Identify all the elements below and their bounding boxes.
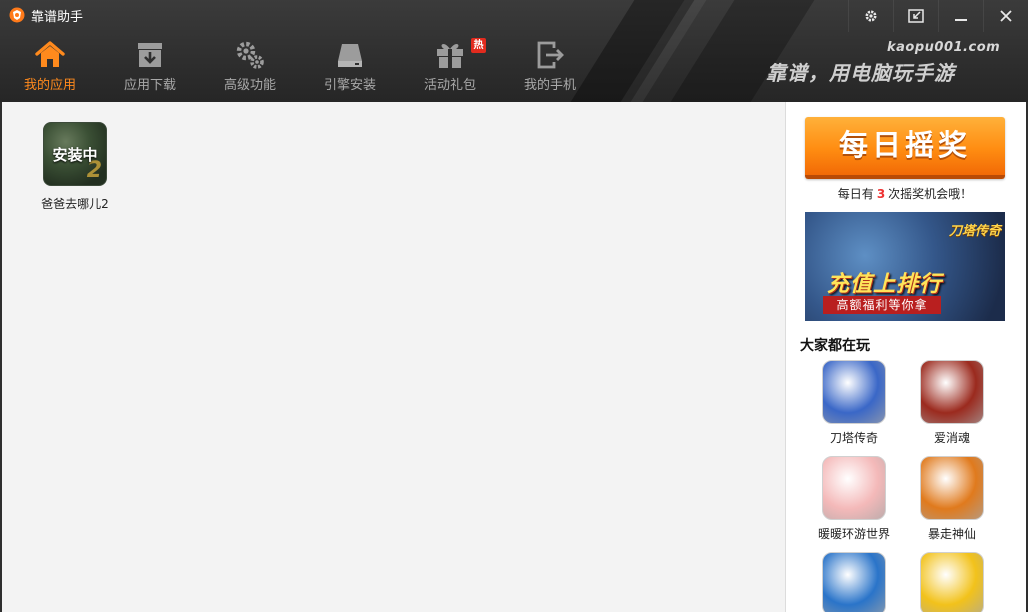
game-name: 暴走神仙 xyxy=(927,527,976,541)
game-icon xyxy=(920,456,984,520)
nav-item-app-download[interactable]: 应用下载 xyxy=(100,32,200,102)
game-icon xyxy=(822,360,886,424)
mini-mode-button[interactable] xyxy=(893,0,938,32)
lottery-note-prefix: 每日有 xyxy=(837,187,874,201)
game-tile[interactable]: 暖暖环游世界 xyxy=(814,456,894,542)
nav-label: 我的应用 xyxy=(23,78,76,93)
app-name: 爸爸去哪儿2 xyxy=(41,197,109,211)
nav-label: 应用下载 xyxy=(123,78,176,93)
nav-label: 活动礼包 xyxy=(423,78,476,93)
nav-item-gift-pack[interactable]: 热 活动礼包 xyxy=(400,32,500,102)
nav-item-engine-install[interactable]: 引擎安装 xyxy=(300,32,400,102)
window-controls xyxy=(848,0,1028,32)
lottery-note: 每日有 3 次摇奖机会哦！ xyxy=(786,185,1024,202)
close-icon xyxy=(1000,10,1012,22)
title-bar: 靠谱助手 我的应用 应用下载 高级功能 引擎安装 热 活动礼包 我的手机 kao… xyxy=(0,0,1028,102)
nav-item-my-apps[interactable]: 我的应用 xyxy=(0,32,100,102)
popular-games-title: 大家都在玩 xyxy=(800,338,870,354)
hot-badge: 热 xyxy=(471,38,486,53)
phone-export-icon xyxy=(537,41,564,69)
gift-icon xyxy=(437,43,463,68)
kaopu-logo-icon xyxy=(9,7,25,23)
settings-button[interactable] xyxy=(848,0,893,32)
banner-game-logo: 刀塔传奇 xyxy=(948,224,1001,239)
minimize-button[interactable] xyxy=(938,0,983,32)
promo-banner[interactable]: 刀塔传奇 充值上排行 高额福利等你拿 xyxy=(805,212,1005,321)
game-name: 暖暖环游世界 xyxy=(817,527,890,541)
recommend-sidebar: 每日摇奖 每日有 3 次摇奖机会哦！ 刀塔传奇 充值上排行 高额福利等你拿 大家都在… xyxy=(785,102,1028,612)
game-tile[interactable] xyxy=(912,552,992,612)
lottery-count: 3 xyxy=(876,187,886,201)
brand-slogan: 靠谱，用电脑玩手游 xyxy=(766,61,955,85)
app-icon: 2 安装中 xyxy=(43,122,107,186)
nav-item-my-phone[interactable]: 我的手机 xyxy=(500,32,600,102)
game-icon xyxy=(822,456,886,520)
gears-icon xyxy=(236,41,264,69)
banner-headline: 充值上排行 xyxy=(827,272,943,297)
gear-icon xyxy=(865,10,877,22)
main-nav: 我的应用 应用下载 高级功能 引擎安装 热 活动礼包 我的手机 xyxy=(0,32,600,102)
lottery-note-suffix: 次摇奖机会哦！ xyxy=(888,187,973,201)
install-status: 安装中 xyxy=(44,123,106,185)
nav-label: 引擎安装 xyxy=(323,78,376,93)
nav-label: 我的手机 xyxy=(523,78,576,93)
home-icon xyxy=(35,41,65,67)
game-icon xyxy=(920,360,984,424)
download-box-icon xyxy=(138,43,162,67)
close-button[interactable] xyxy=(983,0,1028,32)
game-tile[interactable]: 刀塔传奇 xyxy=(814,360,894,446)
game-name: 爱消魂 xyxy=(933,431,970,445)
engine-icon xyxy=(338,44,362,67)
window-title: 靠谱助手 xyxy=(31,10,84,25)
minimize-icon xyxy=(955,19,967,21)
banner-subline: 高额福利等你拿 xyxy=(823,296,941,314)
nav-item-advanced[interactable]: 高级功能 xyxy=(200,32,300,102)
app-tile[interactable]: 2 安装中 爸爸去哪儿2 xyxy=(34,122,116,212)
site-url: kaopu001.com xyxy=(887,40,1001,55)
game-icon xyxy=(920,552,984,612)
game-tile[interactable]: 暴走神仙 xyxy=(912,456,992,542)
my-apps-panel: 2 安装中 爸爸去哪儿2 xyxy=(0,102,785,612)
daily-lottery-button[interactable]: 每日摇奖 xyxy=(805,117,1005,179)
game-name: 刀塔传奇 xyxy=(829,431,878,445)
shrink-icon xyxy=(908,9,924,23)
game-tile[interactable]: 爱消魂 xyxy=(912,360,992,446)
game-icon xyxy=(822,552,886,612)
game-tile[interactable] xyxy=(814,552,894,612)
nav-label: 高级功能 xyxy=(223,78,276,93)
